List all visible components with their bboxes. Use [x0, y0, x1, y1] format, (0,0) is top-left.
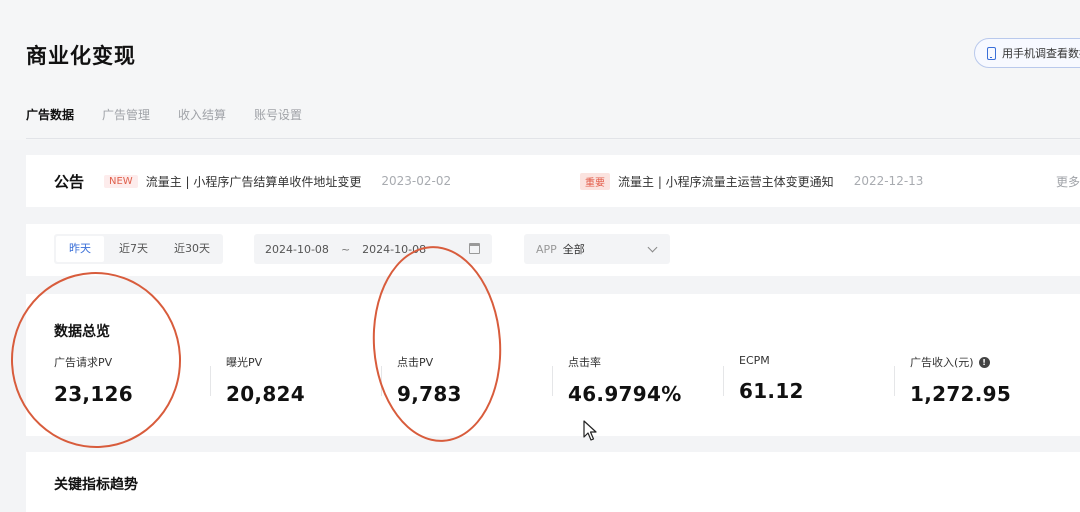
metric-label: 广告请求PV — [54, 356, 113, 369]
metric-divider — [210, 366, 211, 396]
metric-value: 61.12 — [739, 379, 804, 403]
header: 商业化变现 用手机调查看数据 广告数据 广告管理 收入结算 账号设置 — [0, 0, 1080, 140]
mouse-cursor-icon — [583, 420, 597, 441]
info-icon[interactable]: ! — [978, 356, 990, 368]
metric-divider — [894, 366, 895, 396]
notice-item[interactable]: NEW 流量主 | 小程序广告结算单收件地址变更 2023-02-02 — [104, 173, 451, 190]
metric-ecpm: ECPM 61.12 — [739, 354, 804, 403]
app-select[interactable]: APP 全部 — [524, 234, 670, 264]
metric-ad-income: 广告收入(元) ! 1,272.95 — [910, 354, 1011, 406]
range-selector: 昨天 近7天 近30天 — [54, 234, 223, 264]
overview-title: 数据总览 — [54, 324, 110, 340]
trend-title: 关键指标趋势 — [54, 477, 138, 493]
metric-value: 1,272.95 — [910, 382, 1012, 406]
metric-divider — [552, 366, 553, 396]
phone-icon — [987, 46, 996, 60]
date-end: 2024-10-08 — [362, 242, 427, 256]
range-yesterday[interactable]: 昨天 — [56, 236, 104, 262]
page-title: 商业化变现 — [26, 44, 136, 68]
view-on-phone-label: 用手机调查看数据 — [1002, 47, 1080, 60]
tab-account-settings[interactable]: 账号设置 — [254, 106, 302, 133]
metric-divider — [381, 366, 382, 396]
metric-impressions: 曝光PV 20,824 — [226, 354, 305, 406]
metric-clicks: 点击PV 9,783 — [397, 354, 462, 406]
key-metrics-trend: 关键指标趋势 — [26, 452, 1080, 512]
notice-date: 2022-12-13 — [853, 174, 924, 188]
notice-text: 流量主 | 小程序广告结算单收件地址变更 — [145, 174, 362, 189]
metric-value: 20,824 — [226, 382, 305, 406]
new-badge: NEW — [104, 174, 138, 188]
tab-income-settlement[interactable]: 收入结算 — [178, 106, 226, 133]
app-select-value: 全部 — [562, 243, 585, 256]
date-start: 2024-10-08 — [265, 242, 329, 256]
metric-label: 曝光PV — [226, 356, 263, 369]
metric-label: 广告收入(元) ! — [910, 354, 1011, 370]
date-range-picker[interactable]: 2024-10-08 ~ 2024-10-08 — [254, 234, 492, 264]
filter-bar: 昨天 近7天 近30天 2024-10-08 ~ 2024-10-08 APP … — [26, 224, 1080, 276]
date-separator: ~ — [340, 242, 351, 256]
app-select-label: APP — [536, 242, 557, 256]
page: 商业化变现 用手机调查看数据 广告数据 广告管理 收入结算 账号设置 公告 NE… — [0, 0, 1080, 512]
tab-ad-management[interactable]: 广告管理 — [102, 106, 150, 133]
metric-label: 点击率 — [568, 356, 601, 369]
notice-item[interactable]: 重要 流量主 | 小程序流量主运营主体变更通知 2022-12-13 — [580, 172, 924, 190]
metric-divider — [723, 366, 724, 396]
data-overview: 数据总览 广告请求PV 23,126 曝光PV 20,824 点击PV 9,78… — [26, 294, 1080, 436]
metric-value: 23,126 — [54, 382, 133, 406]
metric-label: 点击PV — [397, 356, 434, 369]
notice-date: 2023-02-02 — [381, 174, 452, 188]
chevron-down-icon — [647, 242, 658, 253]
range-7-days[interactable]: 近7天 — [106, 234, 161, 264]
calendar-icon — [469, 243, 480, 254]
view-on-phone-button[interactable]: 用手机调查看数据 — [974, 38, 1080, 68]
more-link[interactable]: 更多 — [1056, 173, 1080, 190]
notice-label: 公告 — [54, 172, 85, 191]
tabs-divider — [26, 138, 1080, 139]
metric-label-text: 广告收入(元) — [910, 356, 974, 369]
metric-value: 46.9794% — [568, 382, 682, 406]
notice-bar: 公告 NEW 流量主 | 小程序广告结算单收件地址变更 2023-02-02 重… — [26, 155, 1080, 207]
tab-bar: 广告数据 广告管理 收入结算 账号设置 — [26, 106, 330, 133]
important-badge: 重要 — [580, 172, 610, 190]
metric-ctr: 点击率 46.9794% — [568, 354, 682, 406]
range-30-days[interactable]: 近30天 — [161, 234, 223, 264]
metric-label: ECPM — [739, 354, 770, 367]
tab-ad-data[interactable]: 广告数据 — [26, 106, 74, 133]
metric-value: 9,783 — [397, 382, 462, 406]
notice-text: 流量主 | 小程序流量主运营主体变更通知 — [618, 174, 834, 189]
metric-ad-requests: 广告请求PV 23,126 — [54, 354, 133, 406]
